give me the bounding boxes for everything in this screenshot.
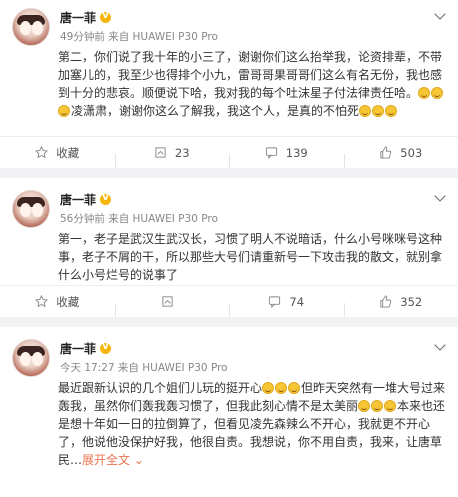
emoji-icon	[262, 382, 274, 394]
like-button[interactable]: 503	[344, 146, 458, 160]
favorite-label: 收藏	[56, 294, 79, 310]
post-header: 唐一菲 今天 17:27 来自 HUAWEI P30 Pro	[12, 339, 446, 377]
emoji-icon	[385, 105, 397, 117]
star-icon	[35, 146, 48, 159]
avatar[interactable]	[12, 190, 50, 228]
post-time-source: 49分钟前 来自 HUAWEI P30 Pro	[60, 29, 218, 44]
post-card: 唐一菲 49分钟前 来自 HUAWEI P30 Pro 第二，你们说了我十年的小…	[0, 0, 458, 168]
emoji-icon	[359, 105, 371, 117]
verified-badge-icon	[100, 343, 111, 354]
comment-icon	[265, 146, 278, 159]
favorite-button[interactable]: 收藏	[0, 145, 115, 161]
author-name[interactable]: 唐一菲	[60, 191, 96, 208]
post-meta: 唐一菲 49分钟前 来自 HUAWEI P30 Pro	[60, 8, 218, 44]
author-name[interactable]: 唐一菲	[60, 9, 96, 26]
favorite-label: 收藏	[56, 145, 79, 161]
post-actions: 收藏 23 139 503	[0, 136, 458, 168]
like-count: 503	[400, 146, 422, 160]
post-text: 第一，老子是武汉生武汉长，习惯了明人不说暗话，什么小号咪咪号这种事，老子不屑的干…	[12, 230, 446, 284]
repost-icon	[154, 146, 167, 159]
emoji-icon	[58, 105, 70, 117]
post-body: 唐一菲 今天 17:27 来自 HUAWEI P30 Pro 最近跟新认识的几个…	[0, 327, 458, 475]
post-header: 唐一菲 49分钟前 来自 HUAWEI P30 Pro	[12, 8, 446, 46]
post-card: 唐一菲 56分钟前 来自 HUAWEI P30 Pro 第一，老子是武汉生武汉长…	[0, 178, 458, 317]
post-meta: 唐一菲 今天 17:27 来自 HUAWEI P30 Pro	[60, 339, 228, 375]
author-name[interactable]: 唐一菲	[60, 340, 96, 357]
post-meta: 唐一菲 56分钟前 来自 HUAWEI P30 Pro	[60, 190, 218, 226]
thumbs-up-icon	[379, 295, 392, 308]
repost-count: 23	[175, 146, 190, 160]
comment-icon	[268, 295, 281, 308]
post-text-part: 凌潇肃，谢谢你这么了解我，我这个人，是真的不怕死	[71, 104, 359, 118]
favorite-button[interactable]: 收藏	[0, 294, 115, 310]
emoji-icon	[371, 400, 383, 412]
comment-count: 74	[289, 295, 304, 309]
post-body: 唐一菲 56分钟前 来自 HUAWEI P30 Pro 第一，老子是武汉生武汉长…	[0, 178, 458, 290]
avatar[interactable]	[12, 8, 50, 46]
emoji-icon	[275, 382, 287, 394]
repost-icon	[161, 295, 174, 308]
thumbs-up-icon	[379, 146, 392, 159]
repost-button[interactable]: 23	[115, 146, 230, 160]
post-text-part: 最近跟新认识的几个姐们儿玩的挺开心	[58, 381, 262, 395]
weibo-feed: 唐一菲 49分钟前 来自 HUAWEI P30 Pro 第二，你们说了我十年的小…	[0, 0, 458, 497]
comment-button[interactable]: 74	[229, 295, 344, 309]
emoji-icon	[358, 400, 370, 412]
like-button[interactable]: 352	[344, 295, 458, 309]
like-count: 352	[400, 295, 422, 309]
expand-full-text-link[interactable]: 展开全文 ⌄	[82, 453, 144, 467]
emoji-icon	[288, 382, 300, 394]
comment-button[interactable]: 139	[229, 146, 344, 160]
verified-badge-icon	[100, 194, 111, 205]
comment-count: 139	[286, 146, 308, 160]
post-actions: 收藏 74 352	[0, 285, 458, 317]
repost-button[interactable]	[115, 295, 230, 308]
expand-label: 展开全文	[82, 453, 130, 467]
post-header: 唐一菲 56分钟前 来自 HUAWEI P30 Pro	[12, 190, 446, 228]
star-icon	[35, 295, 48, 308]
post-text: 最近跟新认识的几个姐们儿玩的挺开心但昨天突然有一堆大号过来轰我，虽然你们轰我轰习…	[12, 379, 446, 469]
post-time-source: 56分钟前 来自 HUAWEI P30 Pro	[60, 211, 218, 226]
emoji-icon	[384, 400, 396, 412]
post-card: 唐一菲 今天 17:27 来自 HUAWEI P30 Pro 最近跟新认识的几个…	[0, 327, 458, 497]
emoji-icon	[418, 87, 430, 99]
chevron-down-small-icon: ⌄	[134, 453, 144, 467]
emoji-icon	[372, 105, 384, 117]
verified-badge-icon	[100, 12, 111, 23]
avatar[interactable]	[12, 339, 50, 377]
post-text: 第二，你们说了我十年的小三了，谢谢你们这么抬举我，论资排辈，不带加塞儿的，我至少…	[12, 48, 446, 120]
post-body: 唐一菲 49分钟前 来自 HUAWEI P30 Pro 第二，你们说了我十年的小…	[0, 0, 458, 126]
post-time-source: 今天 17:27 来自 HUAWEI P30 Pro	[60, 360, 228, 375]
post-text-part: 第二，你们说了我十年的小三了，谢谢你们这么抬举我，论资排辈，不带加塞儿的，我至少…	[58, 50, 442, 100]
emoji-icon	[431, 87, 443, 99]
